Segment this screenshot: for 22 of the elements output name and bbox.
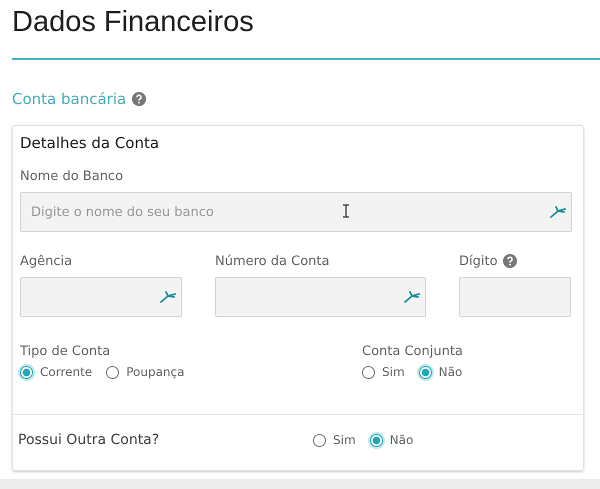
input-field[interactable]: Digite o nome do seu banco — [20, 192, 572, 232]
radio-option[interactable]: Corrente — [20, 365, 92, 379]
field-label: Nome do Banco — [20, 168, 124, 184]
help-icon[interactable] — [502, 254, 517, 268]
radio-option[interactable]: Poupança — [106, 365, 184, 379]
group-label: Conta Conjunta — [362, 344, 463, 359]
input-field[interactable] — [20, 277, 182, 317]
help-icon[interactable] — [132, 92, 146, 106]
radio-option[interactable]: Não — [370, 433, 414, 447]
field-label: Número da Conta — [215, 254, 330, 268]
field-label: Dígito — [459, 254, 498, 268]
section-title: Conta bancária — [12, 90, 126, 108]
page-title: Dados Financeiros — [11, 5, 255, 40]
question-label: Possui Outra Conta? — [18, 432, 160, 448]
card-title: Detalhes da Conta — [20, 134, 160, 154]
radio-option[interactable]: Não — [418, 365, 462, 379]
group-label: Tipo de Conta — [20, 344, 112, 359]
radio-option[interactable]: Sim — [313, 433, 356, 447]
field-label: Agência — [20, 254, 72, 268]
radio-option[interactable]: Sim — [362, 365, 405, 379]
input-field[interactable] — [459, 277, 571, 317]
input-field[interactable] — [215, 277, 426, 317]
